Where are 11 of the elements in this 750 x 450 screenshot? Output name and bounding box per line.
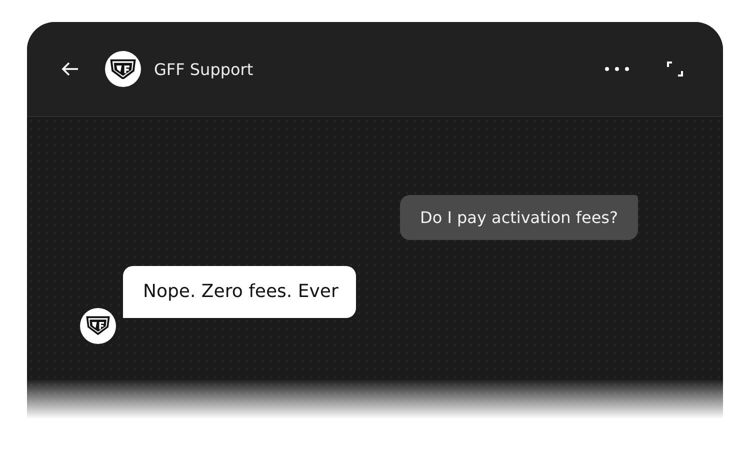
back-button[interactable] <box>61 62 79 76</box>
back-icon <box>61 62 79 76</box>
more-icon <box>605 67 629 71</box>
bot-message: Nope. Zero fees. Ever <box>123 266 356 318</box>
user-message: Do I pay activation fees? <box>400 195 638 240</box>
shield-logo-icon <box>86 316 110 336</box>
chat-title: GFF Support <box>154 60 254 78</box>
expand-button[interactable] <box>667 61 683 77</box>
shield-logo-icon <box>110 58 136 80</box>
more-button[interactable] <box>605 67 629 71</box>
expand-icon <box>667 61 683 77</box>
